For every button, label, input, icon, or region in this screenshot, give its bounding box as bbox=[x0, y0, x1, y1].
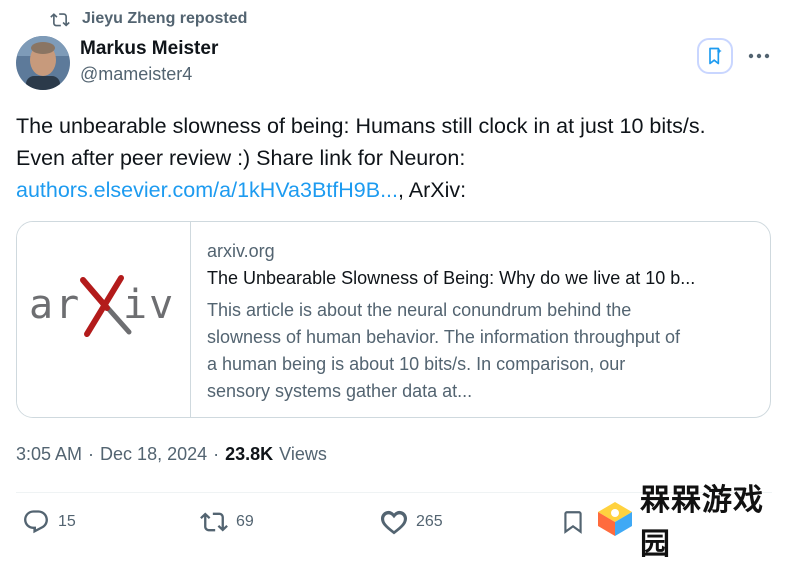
arxiv-logo: ar iv bbox=[17, 222, 191, 417]
reply-count: 15 bbox=[58, 513, 76, 530]
watermark-text: 槑槑游戏园 bbox=[640, 484, 764, 561]
svg-text:iv: iv bbox=[123, 282, 175, 328]
tweet-meta: 3:05 AM · Dec 18, 2024 · 23.8K Views bbox=[16, 444, 327, 465]
reply-icon bbox=[22, 508, 50, 536]
card-description-line: sensory systems gather data at... bbox=[207, 381, 473, 401]
bookmark-button[interactable] bbox=[560, 508, 586, 536]
more-icon bbox=[748, 53, 770, 59]
more-button[interactable] bbox=[745, 42, 773, 70]
watermark-logo bbox=[596, 500, 634, 538]
card-description-line: This article is about the neural conundr… bbox=[207, 300, 632, 320]
views-label: Views bbox=[279, 444, 327, 464]
tweet-after-link: , ArXiv: bbox=[398, 178, 467, 202]
like-count: 265 bbox=[416, 513, 443, 530]
retweet-count: 69 bbox=[236, 513, 254, 530]
meta-separator: · bbox=[213, 444, 220, 464]
card-title: The Unbearable Slowness of Being: Why do… bbox=[207, 268, 696, 288]
tweet-text: The unbearable slowness of being: Humans… bbox=[16, 110, 776, 206]
author-handle[interactable]: @mameister4 bbox=[80, 64, 192, 85]
meta-separator: · bbox=[88, 444, 95, 464]
link-card[interactable]: ar iv arxiv.org The Unbearable Slowness … bbox=[16, 221, 771, 418]
like-icon bbox=[380, 508, 408, 536]
repost-icon bbox=[50, 10, 70, 28]
neuron-link[interactable]: authors.elsevier.com/a/1kHVa3BtfH9B... bbox=[16, 178, 398, 202]
card-description: This article is about the neural conundr… bbox=[207, 297, 767, 405]
like-button[interactable]: 265 bbox=[380, 508, 443, 536]
tweet-date[interactable]: Dec 18, 2024 bbox=[100, 444, 207, 465]
bookmark-icon bbox=[560, 508, 586, 536]
retweet-button[interactable]: 69 bbox=[200, 508, 254, 536]
tweet-line-1: The unbearable slowness of being: Humans… bbox=[16, 114, 706, 138]
repost-label: Jieyu Zheng reposted bbox=[82, 10, 248, 27]
svg-text:ar: ar bbox=[29, 282, 81, 328]
author-name[interactable]: Markus Meister bbox=[80, 38, 218, 60]
grok-button[interactable] bbox=[697, 38, 733, 74]
avatar[interactable] bbox=[16, 36, 70, 90]
views-count: 23.8K bbox=[225, 444, 274, 464]
retweet-icon bbox=[200, 508, 228, 536]
tweet-line-2: Even after peer review :) Share link for… bbox=[16, 146, 466, 170]
tweet-line-3: authors.elsevier.com/a/1kHVa3BtfH9B..., … bbox=[16, 174, 776, 206]
card-domain: arxiv.org bbox=[207, 241, 275, 261]
card-description-line: slowness of human behavior. The informat… bbox=[207, 327, 680, 347]
tweet-time[interactable]: 3:05 AM bbox=[16, 444, 82, 465]
grok-icon bbox=[705, 46, 725, 66]
card-description-line: a human being is about 10 bits/s. In com… bbox=[207, 354, 626, 374]
repost-header[interactable]: Jieyu Zheng reposted bbox=[50, 8, 247, 30]
watermark: 槑槑游戏园 bbox=[596, 484, 788, 561]
reply-button[interactable]: 15 bbox=[22, 508, 76, 536]
